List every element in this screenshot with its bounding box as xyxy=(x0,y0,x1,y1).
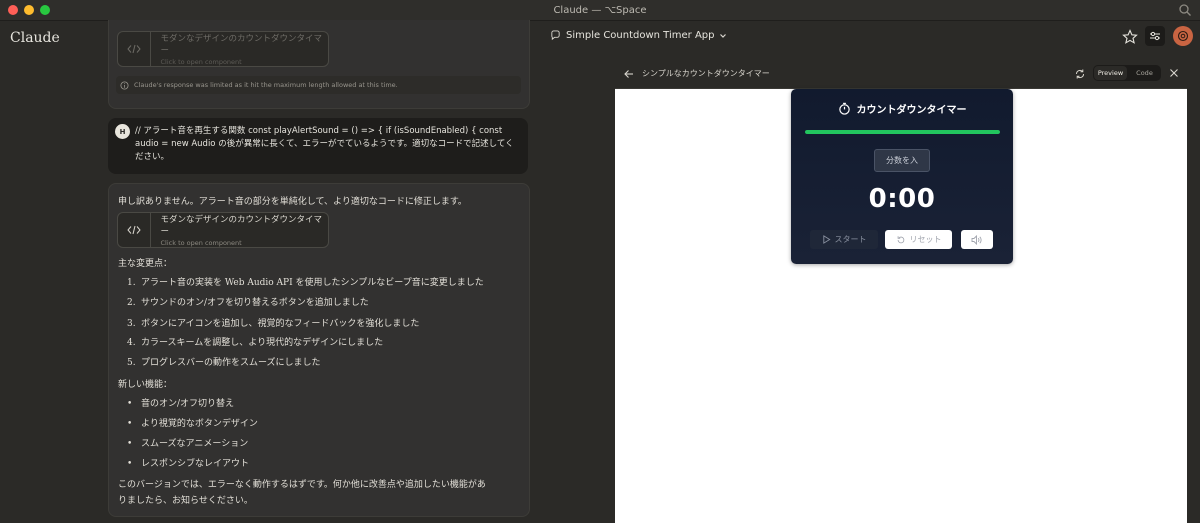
features-heading: 新しい機能： xyxy=(118,380,173,390)
minimize-window-button[interactable] xyxy=(24,5,34,15)
limit-notice-text: Claude's response was limited as it hit … xyxy=(134,81,398,89)
window-titlebar: Claude — ⌥Space xyxy=(0,0,1200,21)
account-avatar[interactable] xyxy=(1173,26,1193,46)
artifact-subtitle: Click to open component xyxy=(160,239,242,247)
time-display: 0:00 xyxy=(868,184,936,214)
user-icon xyxy=(1177,30,1189,42)
assistant-response: 申し訳ありません。アラート音の部分を単純化して、より適切なコードに修正します。 … xyxy=(108,183,530,517)
info-icon xyxy=(120,80,129,90)
reset-label: リセット xyxy=(909,235,942,244)
user-message: H // アラート音を再生する関数 const playAlertSound =… xyxy=(108,118,528,174)
project-title-button[interactable]: Simple Countdown Timer App xyxy=(550,30,727,41)
artifact-subtitle: Click to open component xyxy=(160,58,242,66)
progress-bar-fill xyxy=(805,130,1000,134)
artifact-title: モダンなデザインのカウントダウンタイマー xyxy=(160,34,323,56)
artifact-card[interactable]: モダンなデザインのカウントダウンタイマー Click to open compo… xyxy=(117,212,329,248)
artifact-panel-header: シンプルなカウントダウンタイマー Preview Code xyxy=(615,60,1187,89)
settings-button[interactable] xyxy=(1145,26,1165,46)
stopwatch-icon xyxy=(838,102,850,115)
window-title: Claude — ⌥Space xyxy=(553,4,647,16)
start-label: スタート xyxy=(834,235,867,244)
list-item: 1. アラート音の実装を Web Audio API を使用したシンプルなビープ音… xyxy=(127,278,484,288)
start-button[interactable]: スタート xyxy=(810,230,878,249)
minutes-input[interactable] xyxy=(874,149,930,172)
response-closing-line-2: りましたら、お知らせください。 xyxy=(118,496,253,506)
preview-code-toggle: Preview Code xyxy=(1093,65,1161,81)
chevron-down-icon xyxy=(720,33,727,38)
list-item: 3. ボタンにアイコンを追加し、視覚的なフィードバックを強化しました xyxy=(127,319,420,329)
refresh-icon[interactable] xyxy=(1074,68,1086,80)
arrow-left-icon[interactable] xyxy=(623,68,635,80)
code-icon xyxy=(127,225,141,235)
zoom-window-button[interactable] xyxy=(40,5,50,15)
app-brand[interactable]: Claude xyxy=(10,30,60,46)
list-item: 2. サウンドのオン/オフを切り替えるボタンを追加しました xyxy=(127,298,369,308)
timer-heading: カウントダウンタイマー xyxy=(791,101,1013,116)
artifact-title: モダンなデザインのカウントダウンタイマー xyxy=(160,215,323,237)
user-avatar: H xyxy=(115,124,130,139)
code-icon xyxy=(127,44,141,54)
chat-bubble-icon xyxy=(551,30,560,41)
list-item: 4. カラースキームを調整し、より現代的なデザインにしました xyxy=(127,338,384,348)
reset-button[interactable]: リセット xyxy=(885,230,952,249)
window-controls xyxy=(8,5,50,15)
reset-icon xyxy=(897,235,904,243)
list-item: • レスポンシブなレイアウト xyxy=(127,459,250,469)
limit-notice: Claude's response was limited as it hit … xyxy=(116,76,521,94)
user-message-text: // アラート音を再生する関数 const playAlertSound = (… xyxy=(135,126,514,162)
response-closing-line-1: このバージョンでは、エラーなく動作するはずです。何か他に改善点や追加したい機能が… xyxy=(118,480,486,490)
sound-toggle-button[interactable] xyxy=(961,230,993,249)
tab-code[interactable]: Code xyxy=(1128,65,1161,81)
previous-artifact-card[interactable]: モダンなデザインのカウントダウンタイマー Click to open compo… xyxy=(117,31,329,67)
sliders-icon xyxy=(1150,31,1160,41)
artifact-panel-title: シンプルなカウントダウンタイマー xyxy=(642,69,770,78)
tab-preview[interactable]: Preview xyxy=(1094,66,1127,80)
speaker-icon xyxy=(971,234,982,245)
response-intro: 申し訳ありません。アラート音の部分を単純化して、より適切なコードに修正します。 xyxy=(118,197,467,207)
star-icon[interactable] xyxy=(1122,29,1138,45)
list-item: • より視覚的なボタンデザイン xyxy=(127,419,258,429)
play-icon xyxy=(822,235,831,244)
list-item: • 音のオン/オフ切り替え xyxy=(127,399,235,409)
list-item: 5. プログレスバーの動作をスムーズにしました xyxy=(127,358,321,368)
close-icon[interactable] xyxy=(1168,67,1180,79)
countdown-timer-card: カウントダウンタイマー 0:00 スタート リセット xyxy=(791,89,1013,264)
list-item: • スムーズなアニメーション xyxy=(127,439,249,449)
project-title: Simple Countdown Timer App xyxy=(566,30,715,41)
timer-title: カウントダウンタイマー xyxy=(856,105,967,116)
changes-heading: 主な変更点： xyxy=(118,259,173,269)
search-icon[interactable] xyxy=(1178,3,1192,17)
close-window-button[interactable] xyxy=(8,5,18,15)
progress-bar xyxy=(805,130,1000,134)
